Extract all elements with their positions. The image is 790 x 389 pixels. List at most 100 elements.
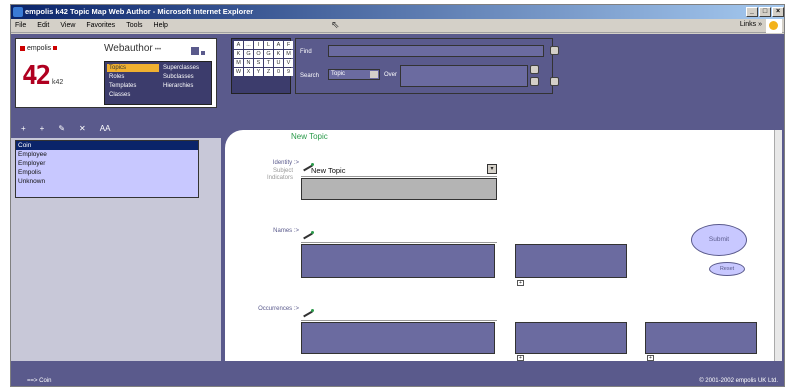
- nav-topics[interactable]: Topics: [107, 64, 159, 72]
- list-item[interactable]: Employee: [16, 150, 198, 159]
- identity-dropdown-button[interactable]: ▾: [487, 164, 497, 174]
- search-label: Search: [300, 73, 320, 79]
- scroll-down-button[interactable]: [530, 77, 539, 86]
- edit-pen-icon[interactable]: [301, 230, 315, 240]
- alphabet-letter[interactable]: N: [244, 59, 253, 67]
- alphabet-letter[interactable]: T: [264, 59, 273, 67]
- font-size-icon[interactable]: AA: [100, 124, 111, 133]
- browser-window: empolis k42 Topic Map Web Author - Micro…: [10, 4, 785, 387]
- alphabet-letter[interactable]: L: [264, 41, 273, 49]
- mouse-cursor-icon: ⇖: [331, 20, 340, 31]
- alphabet-letter[interactable]: A: [274, 41, 283, 49]
- links-toolbar[interactable]: Links »: [740, 21, 762, 28]
- alphabet-letter[interactable]: X: [244, 68, 253, 76]
- identity-field[interactable]: New Topic: [311, 166, 345, 175]
- nav-hierarchies[interactable]: Hierarchies: [161, 82, 213, 90]
- menu-help[interactable]: Help: [154, 22, 168, 29]
- webauthor-app: empolis 42 k42 Webauthor ••• Topics Super…: [11, 34, 784, 374]
- alphabet-letter[interactable]: U: [274, 59, 283, 67]
- k42-logo: 42 k42: [22, 61, 64, 91]
- identity-label: Identity :>: [272, 160, 299, 166]
- menu-view[interactable]: View: [60, 22, 75, 29]
- nav-subclasses[interactable]: Subclasses: [161, 73, 213, 81]
- app-dot-icon: [201, 51, 205, 55]
- title-bar: empolis k42 Topic Map Web Author - Micro…: [11, 5, 784, 19]
- alphabet-letter[interactable]: K: [234, 50, 243, 58]
- occurrences-box[interactable]: [301, 322, 495, 354]
- alphabet-letter[interactable]: G: [244, 50, 253, 58]
- occurrences-scope-add-button[interactable]: +: [647, 355, 654, 361]
- alphabet-letter[interactable]: O: [254, 50, 263, 58]
- maximize-button[interactable]: □: [759, 7, 771, 17]
- menu-favorites[interactable]: Favorites: [86, 22, 115, 29]
- alphabet-letter[interactable]: ...: [244, 41, 253, 49]
- find-label: Find: [300, 49, 312, 55]
- over-list[interactable]: [400, 65, 528, 87]
- close-button[interactable]: ×: [772, 7, 784, 17]
- reset-button[interactable]: Reset: [709, 262, 745, 276]
- find-go-button[interactable]: [550, 46, 559, 55]
- app-badge-icon: [191, 47, 199, 55]
- subject-label: Subject: [272, 168, 293, 174]
- add-child-icon[interactable]: +: [40, 124, 45, 133]
- alphabet-letter[interactable]: F: [284, 41, 293, 49]
- find-panel: Find Search Topic Over: [295, 38, 559, 94]
- subject-indicators-box[interactable]: [301, 178, 497, 200]
- list-item[interactable]: Unknown: [16, 177, 198, 186]
- add-topic-icon[interactable]: +: [21, 124, 26, 133]
- alphabet-letter[interactable]: Y: [254, 68, 263, 76]
- window-title: empolis k42 Topic Map Web Author - Micro…: [25, 7, 254, 16]
- names-box[interactable]: [301, 244, 495, 278]
- list-item[interactable]: Empolis: [16, 168, 198, 177]
- occurrences-add-button[interactable]: +: [517, 355, 524, 361]
- alphabet-letter[interactable]: I: [254, 41, 263, 49]
- names-underline: [301, 242, 497, 243]
- vertical-scrollbar[interactable]: [774, 130, 782, 361]
- menu-bar: File Edit View Favorites Tools Help ⇖ Li…: [11, 19, 784, 33]
- empolis-logo: empolis: [20, 45, 58, 52]
- nav-templates[interactable]: Templates: [107, 82, 159, 90]
- submit-button[interactable]: Submit: [691, 224, 747, 256]
- edit-pen-icon[interactable]: [301, 308, 315, 318]
- nav-superclasses[interactable]: Superclasses: [161, 64, 213, 72]
- alphabet-letter[interactable]: S: [254, 59, 263, 67]
- menu-file[interactable]: File: [15, 22, 26, 29]
- names-label: Names :>: [273, 228, 299, 234]
- alphabet-letter[interactable]: A: [234, 41, 243, 49]
- alphabet-letter[interactable]: M: [234, 59, 243, 67]
- alphabet-letter[interactable]: V: [284, 59, 293, 67]
- alphabet-letter[interactable]: 0: [274, 68, 283, 76]
- edit-icon[interactable]: ✎: [58, 124, 65, 133]
- occurrences-underline: [301, 320, 497, 321]
- menu-tools[interactable]: Tools: [126, 22, 142, 29]
- nav-classes[interactable]: Classes: [107, 91, 159, 99]
- list-item[interactable]: Employer: [16, 159, 198, 168]
- alphabet-letter[interactable]: W: [234, 68, 243, 76]
- status-text: ==> Coin: [27, 378, 52, 384]
- occurrences-scope-box[interactable]: [645, 322, 757, 354]
- menu-edit[interactable]: Edit: [37, 22, 49, 29]
- names-add-button[interactable]: +: [517, 280, 524, 286]
- names-scope-box[interactable]: [515, 244, 627, 278]
- topic-list[interactable]: Coin Employee Employer Empolis Unknown: [15, 140, 199, 198]
- navigation-menu: Topics Superclasses Roles Subclasses Tem…: [104, 61, 212, 105]
- minimize-button[interactable]: _: [746, 7, 758, 17]
- alphabet-letter[interactable]: K: [274, 50, 283, 58]
- topic-toolbar: + + ✎ ✕ AA: [15, 120, 219, 136]
- delete-icon[interactable]: ✕: [79, 124, 86, 133]
- search-go-button[interactable]: [550, 77, 559, 86]
- occurrences-label: Occurrences :>: [258, 306, 299, 312]
- alphabet-letter[interactable]: Z: [264, 68, 273, 76]
- topic-editor: New Topic Identity :> Subject Indicators…: [225, 130, 782, 361]
- list-item[interactable]: Coin: [16, 141, 198, 150]
- chevron-down-icon: [370, 71, 378, 78]
- nav-roles[interactable]: Roles: [107, 73, 159, 81]
- scroll-up-button[interactable]: [530, 65, 539, 74]
- search-type-select[interactable]: Topic: [328, 69, 380, 80]
- alphabet-letter[interactable]: 9: [284, 68, 293, 76]
- alphabet-letter[interactable]: M: [284, 50, 293, 58]
- alphabet-letter[interactable]: G: [264, 50, 273, 58]
- status-bar: ==> Coin © 2001-2002 empolis UK Ltd.: [11, 374, 784, 386]
- find-input[interactable]: [328, 45, 544, 57]
- occurrences-type-box[interactable]: [515, 322, 627, 354]
